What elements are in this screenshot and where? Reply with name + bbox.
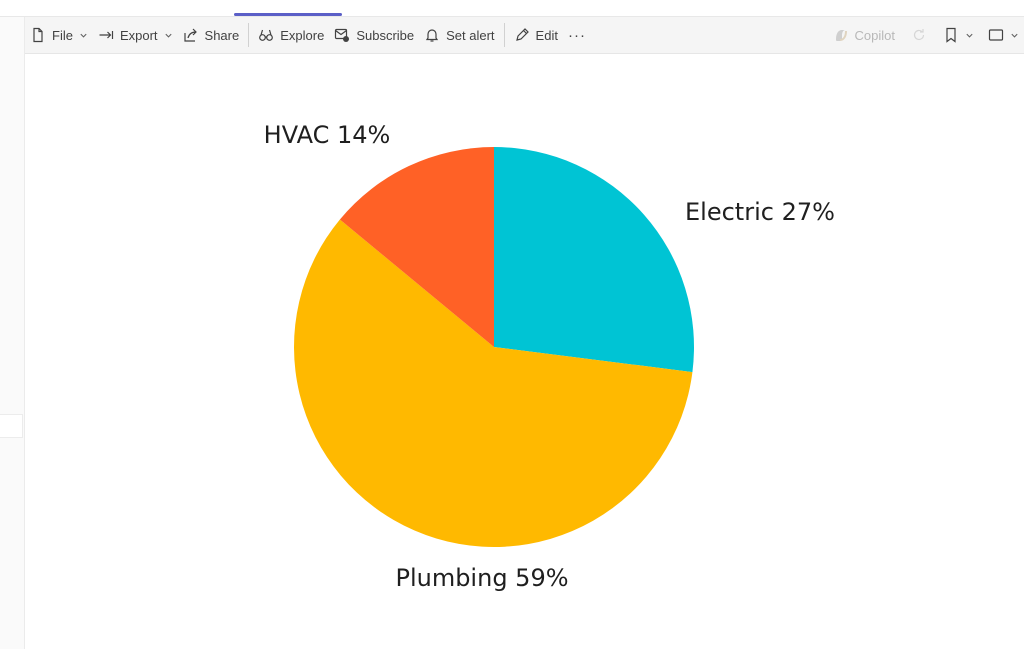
binoculars-icon: [259, 29, 274, 41]
view-window-icon: [988, 29, 1004, 41]
copilot-icon: [835, 30, 847, 41]
chevron-down-icon: [80, 33, 87, 38]
explore-button[interactable]: Explore: [253, 21, 329, 49]
report-toolbar: File Export Share Explore Subscribe Set …: [25, 17, 1024, 54]
more-options-button[interactable]: ···: [563, 21, 591, 49]
refresh-button[interactable]: [906, 21, 932, 49]
document-icon: [33, 27, 43, 43]
more-options-label: ···: [567, 26, 586, 44]
pie-label-electric: Electric 27%: [685, 198, 835, 226]
subscribe-label: Subscribe: [356, 27, 415, 43]
chevron-down-icon: [164, 33, 172, 38]
left-rail: [0, 17, 25, 649]
export-menu-label: Export: [119, 27, 158, 43]
chevron-down-icon: [1011, 33, 1018, 38]
copilot-label: Copilot: [854, 27, 895, 43]
pie-label-hvac: HVAC 14%: [264, 121, 391, 149]
bookmark-icon: [946, 27, 956, 43]
view-menu-button[interactable]: [983, 21, 1024, 49]
window-top-strip: [0, 0, 1024, 17]
file-menu-label: File: [52, 27, 73, 43]
pie-label-plumbing: Plumbing 59%: [395, 564, 568, 592]
edit-button[interactable]: Edit: [509, 21, 563, 49]
edit-label: Edit: [535, 27, 558, 43]
bookmark-menu-button[interactable]: [938, 21, 979, 49]
toolbar-separator: [503, 23, 505, 47]
active-tab-indicator: [234, 13, 342, 16]
report-canvas: Electric 27% Plumbing 59% HVAC 14%: [25, 54, 1024, 649]
pie-chart[interactable]: Electric 27% Plumbing 59% HVAC 14%: [25, 54, 1024, 649]
pencil-icon: [515, 28, 529, 41]
copilot-button[interactable]: Copilot: [828, 21, 900, 49]
subscribe-button[interactable]: Subscribe: [329, 21, 419, 49]
refresh-icon: [913, 29, 925, 41]
export-menu-button[interactable]: Export: [93, 21, 178, 49]
file-menu-button[interactable]: File: [25, 21, 93, 49]
pie-slice-electric[interactable]: [494, 147, 694, 373]
share-button[interactable]: Share: [178, 21, 245, 49]
subscribe-icon: [335, 28, 350, 42]
export-arrow-icon: [99, 31, 114, 39]
rail-collapse-handle[interactable]: [0, 414, 23, 438]
share-label: Share: [204, 27, 240, 43]
chevron-down-icon: [966, 33, 973, 38]
bell-icon: [426, 29, 439, 42]
set-alert-label: Set alert: [446, 27, 495, 43]
share-icon: [183, 28, 197, 42]
explore-label: Explore: [280, 27, 325, 43]
toolbar-separator: [248, 23, 250, 47]
set-alert-button[interactable]: Set alert: [419, 21, 499, 49]
